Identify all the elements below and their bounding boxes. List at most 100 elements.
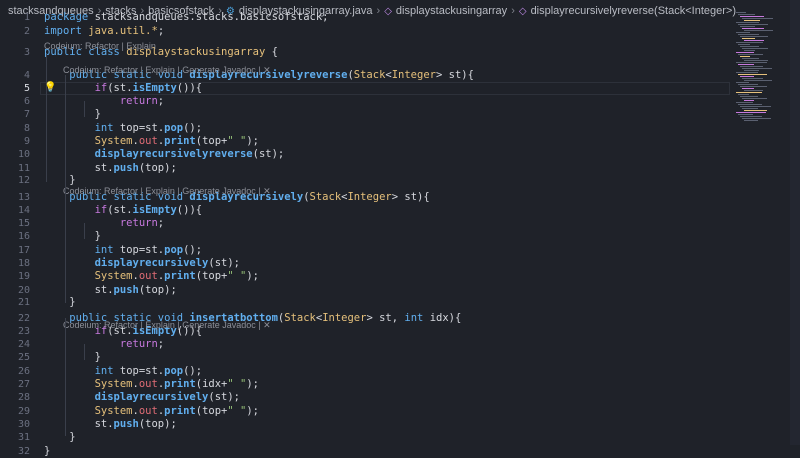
line-number: 6 — [23, 96, 30, 107]
code-line[interactable]: 7 } — [0, 108, 730, 121]
indent-guide — [65, 318, 66, 436]
code-text: st.push(top); — [44, 418, 177, 430]
minimap-line — [736, 52, 754, 53]
code-text: int top=st.pop(); — [94, 122, 203, 134]
minimap-line — [744, 80, 772, 81]
code-line[interactable]: 27 System.out.print(idx+" "); — [0, 378, 730, 391]
line-number: 31 — [17, 432, 30, 443]
code-text: } — [44, 230, 101, 242]
minimap-line — [742, 108, 758, 109]
minimap-line — [740, 86, 767, 87]
code-line[interactable]: 5 if(st.isEmpty()){ — [0, 82, 730, 95]
code-text: return; — [119, 338, 165, 350]
code-line[interactable]: 14 if(st.isEmpty()){ — [0, 204, 730, 217]
code-line[interactable]: 25 } — [0, 351, 730, 364]
code-text: System.out.print(top+" "); — [94, 405, 259, 417]
line-number: 1 — [23, 12, 30, 23]
code-text: package stacksandqueues.stacks.basicsofs… — [44, 11, 329, 23]
line-number: 13 — [17, 192, 30, 203]
code-line[interactable]: 8 int top=st.pop(); — [0, 122, 730, 135]
indent-guide — [84, 101, 85, 117]
code-text: System.out.print(top+" "); — [94, 135, 259, 147]
code-editor[interactable]: 1 package stacksandqueues.stacks.basicsof… — [0, 11, 730, 457]
line-number: 23 — [17, 326, 30, 337]
code-text: return; — [119, 217, 165, 229]
minimap-line — [736, 92, 762, 93]
minimap-line — [738, 24, 768, 25]
minimap-line — [744, 50, 755, 51]
code-line[interactable]: 2 import java.util.*; — [0, 25, 730, 38]
minimap-line — [738, 64, 754, 65]
minimap-line — [736, 22, 759, 23]
codelens-actions[interactable]: Codeium: Refactor | Explain — [44, 41, 156, 52]
minimap-line — [738, 54, 763, 55]
minimap-line — [740, 26, 755, 27]
line-number: 3 — [23, 47, 30, 58]
code-line[interactable]: 30 st.push(top); — [0, 418, 730, 431]
minimap-line — [744, 40, 764, 41]
code-line[interactable]: 15 return; — [0, 217, 730, 230]
minimap-line — [738, 14, 755, 15]
vertical-scrollbar[interactable] — [790, 0, 800, 445]
code-line[interactable]: 18 displayrecursively(st); — [0, 257, 730, 270]
minimap-line — [736, 62, 767, 63]
minimap-line — [736, 72, 758, 73]
code-line[interactable]: 29 System.out.print(top+" "); — [0, 405, 730, 418]
line-number: 8 — [23, 123, 30, 134]
line-number: 22 — [17, 313, 30, 324]
minimap-line — [742, 88, 754, 89]
minimap-line — [740, 116, 762, 117]
line-number: 29 — [17, 406, 30, 417]
line-number: 32 — [17, 446, 30, 457]
code-text: import java.util.*; — [44, 25, 165, 37]
code-line[interactable]: 21 } — [0, 296, 730, 309]
minimap-line — [736, 32, 750, 33]
minimap-line — [742, 68, 772, 69]
code-line[interactable]: 32} — [0, 445, 730, 458]
codelens-actions[interactable]: Codeium: Refactor | Explain | Generate J… — [63, 65, 271, 76]
minimap-line — [740, 66, 763, 67]
minimap-line — [744, 60, 768, 61]
minimap-line — [744, 30, 773, 31]
code-line[interactable]: 19 System.out.print(top+" "); — [0, 270, 730, 283]
minimap-line — [742, 118, 771, 119]
minimap-line — [738, 114, 753, 115]
code-line[interactable]: 28 displayrecursively(st); — [0, 391, 730, 404]
minimap-line — [738, 44, 750, 45]
code-line[interactable]: 26 int top=st.pop(); — [0, 365, 730, 378]
minimap-line — [736, 12, 746, 13]
code-line[interactable]: 1 package stacksandqueues.stacks.basicsof… — [0, 11, 730, 24]
minimap-line — [742, 98, 767, 99]
minimap-line — [742, 48, 768, 49]
code-line[interactable]: 16 } — [0, 230, 730, 243]
minimap-line — [740, 16, 764, 17]
code-line[interactable]: 31 } — [0, 431, 730, 444]
codelens-actions[interactable]: Codeium: Refactor | Explain | Generate J… — [63, 186, 271, 197]
code-text: displayrecursively(st); — [94, 391, 240, 403]
code-line[interactable]: 17 int top=st.pop(); — [0, 244, 730, 257]
line-number: 5 — [23, 83, 30, 94]
minimap-line — [742, 28, 764, 29]
minimap-line — [744, 70, 759, 71]
code-line[interactable]: 9 System.out.print(top+" "); — [0, 135, 730, 148]
code-text: } — [44, 351, 101, 363]
minimap-line — [744, 120, 758, 121]
codelens-actions[interactable]: Codeium: Refactor | Explain | Generate J… — [63, 320, 271, 331]
minimap-line — [740, 76, 754, 77]
code-line[interactable]: 24 return; — [0, 338, 730, 351]
code-line[interactable]: 6 return; — [0, 95, 730, 108]
line-number: 2 — [23, 26, 30, 37]
minimap-line — [740, 46, 759, 47]
code-line[interactable]: 10 displayrecursivelyreverse(st); — [0, 148, 730, 161]
minimap-line — [740, 96, 758, 97]
minimap-line — [744, 110, 767, 111]
line-number: 26 — [17, 366, 30, 377]
minimap-line — [738, 104, 762, 105]
line-number: 18 — [17, 258, 30, 269]
minimap-line — [740, 106, 771, 107]
line-number: 24 — [17, 339, 30, 350]
code-text: } — [44, 108, 101, 120]
line-number: 25 — [17, 352, 30, 363]
code-text: int top=st.pop(); — [94, 365, 203, 377]
lightbulb-icon[interactable]: 💡 — [44, 82, 56, 93]
